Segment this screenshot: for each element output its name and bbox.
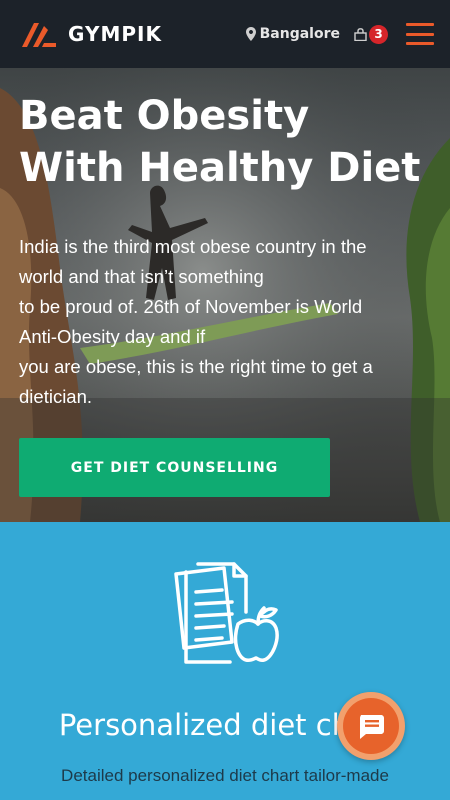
hero-title-line-2: With Healthy Diet bbox=[19, 145, 421, 191]
hero-text-line: world and that isn’t something bbox=[19, 266, 264, 287]
top-header: GYMPIK Bangalore 3 bbox=[0, 0, 450, 68]
hero-text-line: India is the third most obese country in… bbox=[19, 236, 367, 257]
location-selector[interactable]: Bangalore bbox=[245, 26, 340, 42]
shopping-bag-icon bbox=[354, 27, 367, 41]
feature-subtitle: Detailed personalized diet chart tailor-… bbox=[61, 766, 389, 785]
hero-text-line: Anti-Obesity day and if bbox=[19, 326, 206, 347]
cart-count-badge: 3 bbox=[369, 24, 388, 44]
brand-logo[interactable]: GYMPIK bbox=[20, 17, 162, 51]
hero-text-line: to be proud of. 26th of November is Worl… bbox=[19, 296, 363, 317]
cart-button[interactable]: 3 bbox=[354, 24, 388, 44]
map-pin-icon bbox=[245, 27, 256, 41]
chat-button[interactable] bbox=[337, 692, 405, 760]
hero-text-line: dietician. bbox=[19, 386, 93, 407]
hamburger-menu-icon[interactable] bbox=[406, 23, 434, 45]
location-label: Bangalore bbox=[259, 26, 340, 42]
chat-button-inner bbox=[343, 698, 399, 754]
hero-description: India is the third most obese country in… bbox=[19, 232, 419, 412]
brand-name: GYMPIK bbox=[68, 22, 162, 46]
hero-title: Beat Obesity With Healthy Diet bbox=[19, 90, 439, 194]
hero-section: Beat Obesity With Healthy Diet India is … bbox=[0, 68, 450, 522]
gympik-logo-icon bbox=[22, 23, 56, 47]
feature-section: Personalized diet chart Detailed persona… bbox=[0, 522, 450, 800]
hero-text-line: you are obese, this is the right time to… bbox=[19, 356, 373, 377]
hero-title-line-1: Beat Obesity bbox=[19, 93, 310, 139]
get-diet-counselling-button[interactable]: GET DIET COUNSELLING bbox=[19, 438, 330, 497]
diet-chart-apple-icon bbox=[174, 562, 279, 664]
chat-bubble-icon bbox=[360, 715, 384, 739]
